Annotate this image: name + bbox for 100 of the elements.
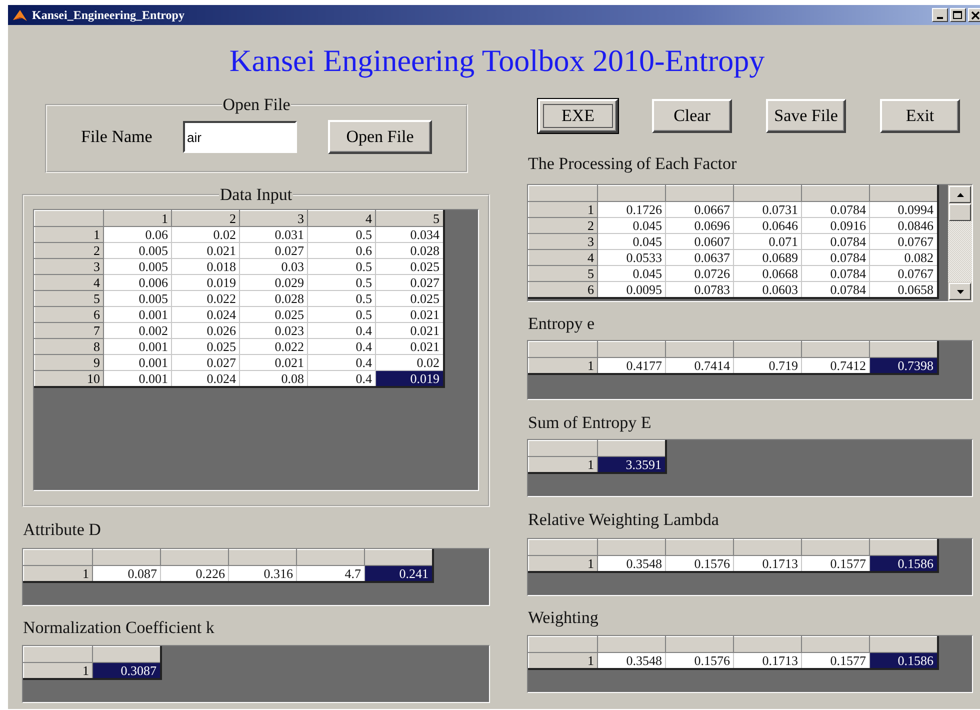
table-cell[interactable]: 0.719 [734, 358, 802, 374]
table-cell[interactable]: 0.018 [172, 258, 240, 274]
maximize-button[interactable] [950, 8, 966, 22]
scrollbar[interactable] [948, 185, 972, 301]
table-cell[interactable]: 0.0767 [870, 266, 938, 282]
table-cell[interactable]: 0.4 [308, 354, 376, 370]
table-cell[interactable]: 0.0607 [666, 234, 734, 250]
table-cell[interactable]: 0.6 [308, 242, 376, 258]
table-cell[interactable]: 0.1726 [598, 202, 666, 218]
table-cell[interactable]: 0.019 [376, 370, 444, 387]
open-file-button[interactable]: Open File [328, 120, 432, 154]
table-cell[interactable]: 0.045 [598, 266, 666, 282]
table-cell[interactable]: 0.5 [308, 226, 376, 242]
scroll-thumb[interactable] [949, 204, 971, 221]
table-cell[interactable]: 0.316 [228, 566, 296, 582]
table-cell[interactable]: 0.005 [104, 290, 172, 306]
table-cell[interactable]: 0.7398 [870, 358, 938, 374]
table-cell[interactable]: 0.034 [376, 226, 444, 242]
table-cell[interactable]: 0.027 [172, 354, 240, 370]
table-cell[interactable]: 0.026 [172, 322, 240, 338]
table-cell[interactable]: 0.082 [870, 250, 938, 266]
table-cell[interactable]: 0.5 [308, 306, 376, 322]
table-cell[interactable]: 0.3548 [598, 652, 666, 669]
table-cell[interactable]: 0.025 [376, 258, 444, 274]
scroll-down-button[interactable] [949, 283, 971, 300]
table-cell[interactable]: 0.0646 [734, 218, 802, 234]
table-cell[interactable]: 0.0726 [666, 266, 734, 282]
table-cell[interactable]: 0.0846 [870, 218, 938, 234]
table-cell[interactable]: 0.0916 [802, 218, 870, 234]
table-cell[interactable]: 0.028 [240, 290, 308, 306]
table-cell[interactable]: 0.029 [240, 274, 308, 290]
table-cell[interactable]: 0.4 [308, 338, 376, 354]
table-cell[interactable]: 0.4177 [598, 358, 666, 374]
table-cell[interactable]: 0.0667 [666, 202, 734, 218]
table-cell[interactable]: 0.022 [172, 290, 240, 306]
table-cell[interactable]: 0.023 [240, 322, 308, 338]
table-cell[interactable]: 0.045 [598, 218, 666, 234]
table-cell[interactable]: 0.3548 [598, 556, 666, 572]
table-cell[interactable]: 0.021 [376, 338, 444, 354]
file-name-field[interactable]: air [183, 121, 297, 153]
table-cell[interactable]: 0.0784 [802, 202, 870, 218]
table-cell[interactable]: 0.5 [308, 290, 376, 306]
table-cell[interactable]: 0.031 [240, 226, 308, 242]
table-cell[interactable]: 0.7412 [802, 358, 870, 374]
scroll-up-button[interactable] [949, 186, 971, 203]
table-cell[interactable]: 0.005 [104, 258, 172, 274]
table-cell[interactable]: 0.1576 [666, 652, 734, 669]
action-button[interactable]: Save File [766, 99, 846, 133]
table-cell[interactable]: 0.1577 [802, 556, 870, 572]
table-cell[interactable]: 0.226 [160, 566, 228, 582]
table-cell[interactable]: 0.0668 [734, 266, 802, 282]
table-cell[interactable]: 0.001 [104, 370, 172, 387]
table-cell[interactable]: 0.0689 [734, 250, 802, 266]
table-cell[interactable]: 0.1713 [734, 652, 802, 669]
table-cell[interactable]: 0.001 [104, 338, 172, 354]
table-cell[interactable]: 0.0784 [802, 234, 870, 250]
table-cell[interactable]: 0.0658 [870, 282, 938, 298]
table-cell[interactable]: 0.024 [172, 306, 240, 322]
table-cell[interactable]: 0.006 [104, 274, 172, 290]
table-cell[interactable]: 0.3087 [92, 662, 160, 679]
table-cell[interactable]: 0.021 [172, 242, 240, 258]
table-cell[interactable]: 0.025 [172, 338, 240, 354]
table-cell[interactable]: 0.0784 [802, 266, 870, 282]
table-cell[interactable]: 0.06 [104, 226, 172, 242]
table-cell[interactable]: 0.0767 [870, 234, 938, 250]
table-cell[interactable]: 0.08 [240, 370, 308, 387]
table-cell[interactable]: 0.241 [364, 566, 432, 582]
table-cell[interactable]: 0.1586 [870, 652, 938, 669]
table-cell[interactable]: 0.0731 [734, 202, 802, 218]
table-cell[interactable]: 0.0784 [802, 250, 870, 266]
table-cell[interactable]: 0.0533 [598, 250, 666, 266]
table-cell[interactable]: 0.1713 [734, 556, 802, 572]
action-button[interactable]: EXE [538, 99, 618, 133]
table-cell[interactable]: 0.0994 [870, 202, 938, 218]
table-cell[interactable]: 0.071 [734, 234, 802, 250]
table-cell[interactable]: 0.001 [104, 306, 172, 322]
action-button[interactable]: Clear [652, 99, 732, 133]
close-button[interactable] [968, 8, 980, 22]
table-cell[interactable]: 0.0603 [734, 282, 802, 298]
table-cell[interactable]: 0.027 [376, 274, 444, 290]
table-cell[interactable]: 0.03 [240, 258, 308, 274]
table-cell[interactable]: 0.0637 [666, 250, 734, 266]
table-cell[interactable]: 0.02 [172, 226, 240, 242]
table-cell[interactable]: 0.5 [308, 274, 376, 290]
table-cell[interactable]: 0.002 [104, 322, 172, 338]
table-cell[interactable]: 0.022 [240, 338, 308, 354]
table-cell[interactable]: 4.7 [296, 566, 364, 582]
table-cell[interactable]: 0.027 [240, 242, 308, 258]
action-button[interactable]: Exit [880, 99, 960, 133]
table-cell[interactable]: 0.005 [104, 242, 172, 258]
table-cell[interactable]: 0.087 [92, 566, 160, 582]
table-cell[interactable]: 0.4 [308, 370, 376, 387]
table-cell[interactable]: 0.1586 [870, 556, 938, 572]
table-cell[interactable]: 0.1576 [666, 556, 734, 572]
table-cell[interactable]: 0.024 [172, 370, 240, 387]
table-cell[interactable]: 0.0784 [802, 282, 870, 298]
table-cell[interactable]: 3.3591 [598, 456, 666, 473]
table-cell[interactable]: 0.001 [104, 354, 172, 370]
table-cell[interactable]: 0.5 [308, 258, 376, 274]
table-cell[interactable]: 0.021 [240, 354, 308, 370]
